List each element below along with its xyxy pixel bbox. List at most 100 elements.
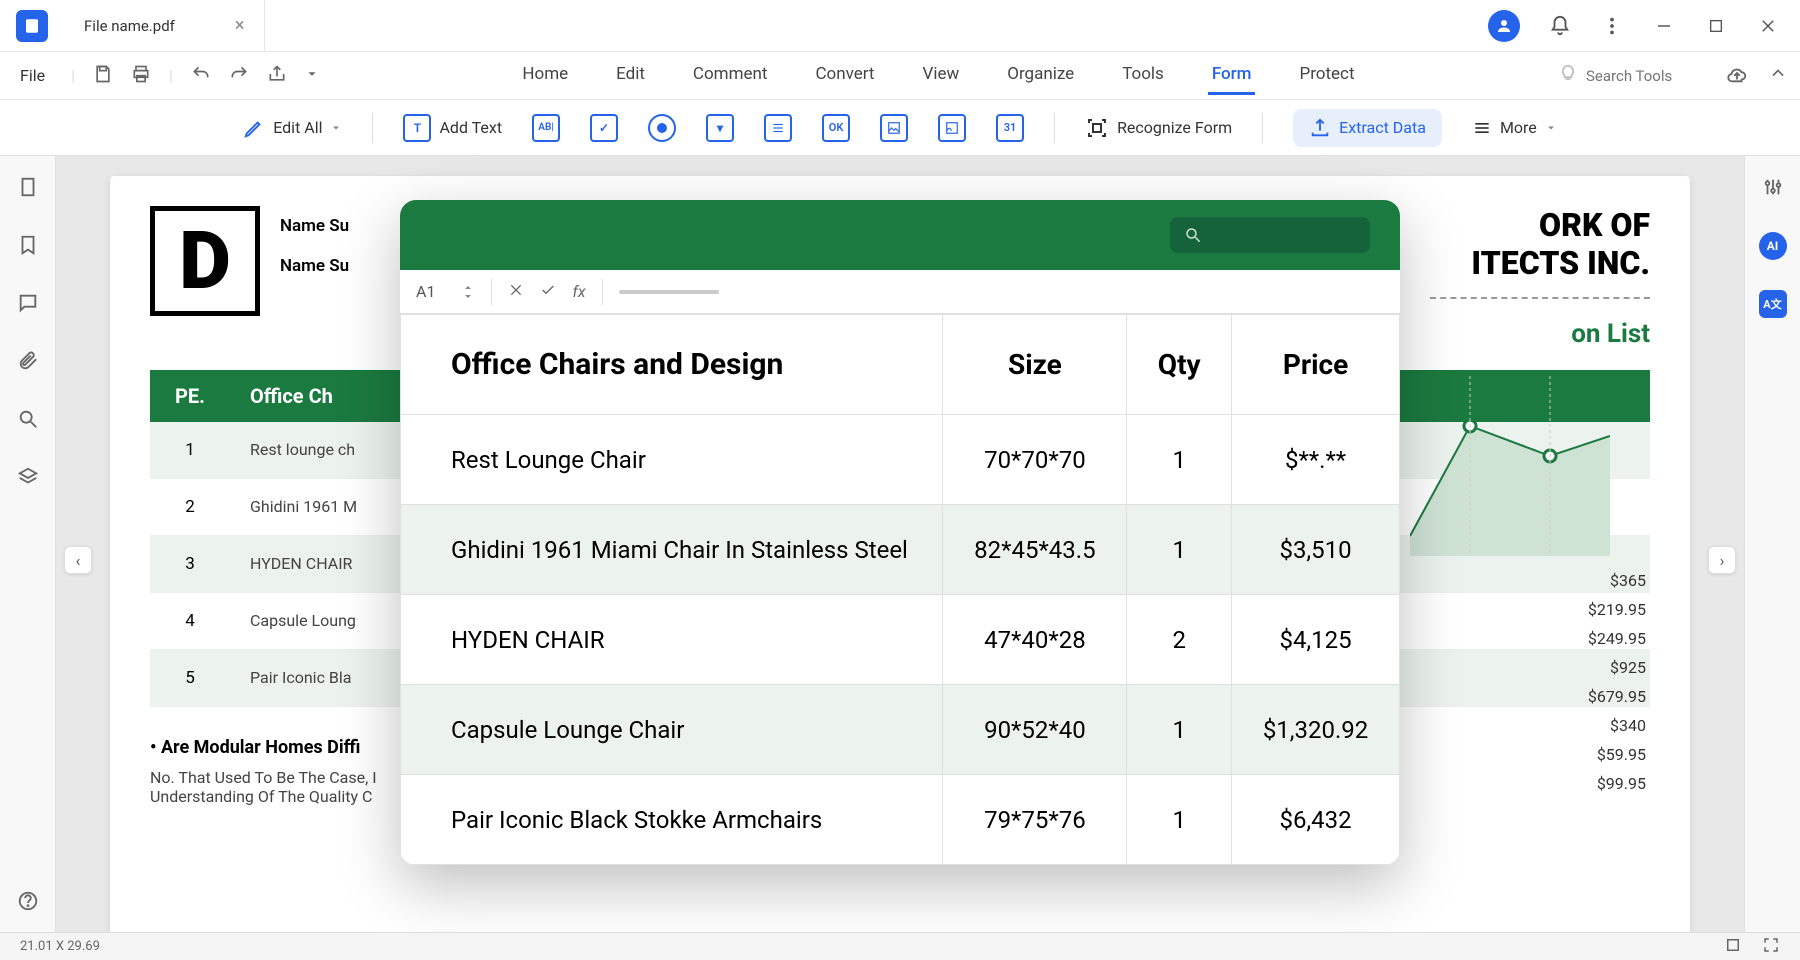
prev-page-button[interactable]: ‹ (64, 546, 92, 574)
table-row: Capsule Lounge Chair90*52*401$1,320.92 (401, 685, 1400, 775)
attachment-icon (17, 350, 39, 372)
close-window-button[interactable] (1756, 14, 1780, 38)
next-page-button[interactable]: › (1708, 546, 1736, 574)
cell-name[interactable]: Ghidini 1961 Miami Chair In Stainless St… (401, 505, 943, 595)
close-tab-icon[interactable]: × (235, 15, 245, 36)
search-button[interactable] (17, 408, 39, 434)
menu-tab-convert[interactable]: Convert (811, 56, 878, 95)
cell-size[interactable]: 82*45*43.5 (943, 505, 1127, 595)
bookmarks-button[interactable] (17, 234, 39, 260)
cell-price[interactable]: $3,510 (1232, 505, 1400, 595)
col-name: Office Ch (230, 384, 333, 408)
cell-size[interactable]: 70*70*70 (943, 415, 1127, 505)
cell-price[interactable]: $1,320.92 (1232, 685, 1400, 775)
sheet-search[interactable] (1170, 217, 1370, 253)
cell-name[interactable]: Rest Lounge Chair (401, 415, 943, 505)
cell-qty[interactable]: 1 (1127, 505, 1232, 595)
fullscreen-button[interactable] (1762, 936, 1780, 958)
menu-tab-comment[interactable]: Comment (689, 56, 772, 95)
edit-all-button[interactable]: Edit All (243, 117, 342, 139)
settings-panel-button[interactable] (1762, 176, 1784, 202)
cell-qty[interactable]: 2 (1127, 595, 1232, 685)
cell-qty[interactable]: 1 (1127, 685, 1232, 775)
menu-tab-view[interactable]: View (919, 56, 964, 95)
help-button[interactable] (17, 890, 39, 916)
column-header[interactable]: Qty (1127, 315, 1232, 415)
undo-button[interactable] (191, 64, 211, 88)
menu-tab-form[interactable]: Form (1208, 56, 1256, 95)
more-button[interactable]: More (1472, 118, 1557, 138)
fx-label[interactable]: fx (572, 282, 585, 301)
row-number: 5 (150, 668, 230, 688)
signature-field-button[interactable] (938, 114, 966, 142)
cell-price[interactable]: $6,432 (1232, 775, 1400, 865)
more-label: More (1500, 118, 1537, 137)
accept-formula-button[interactable] (540, 282, 556, 302)
fit-page-button[interactable] (1724, 936, 1742, 958)
mini-chart (1410, 376, 1610, 556)
user-avatar[interactable] (1488, 10, 1520, 42)
thumbnails-button[interactable] (17, 176, 39, 202)
list-field-button[interactable] (764, 114, 792, 142)
more-menu-button[interactable] (1600, 14, 1624, 38)
menu-tab-tools[interactable]: Tools (1118, 56, 1168, 95)
recognize-form-button[interactable]: Recognize Form (1085, 116, 1232, 140)
menu-tab-home[interactable]: Home (518, 56, 572, 95)
cell-qty[interactable]: 1 (1127, 415, 1232, 505)
menu-tab-edit[interactable]: Edit (612, 56, 649, 95)
cell-reference[interactable]: A1 (416, 282, 445, 301)
cell-price[interactable]: $4,125 (1232, 595, 1400, 685)
comment-icon (17, 292, 39, 314)
dropdown-field-button[interactable]: ▾ (706, 114, 734, 142)
search-tools-input[interactable] (1586, 67, 1706, 85)
minimize-button[interactable] (1652, 14, 1676, 38)
collapse-ribbon-button[interactable] (1768, 63, 1788, 89)
column-header[interactable]: Price (1232, 315, 1400, 415)
cell-name[interactable]: Pair Iconic Black Stokke Armchairs (401, 775, 943, 865)
translate-button[interactable]: A文 (1759, 290, 1787, 318)
add-text-button[interactable]: T Add Text (403, 114, 502, 142)
cell-name[interactable]: HYDEN CHAIR (401, 595, 943, 685)
column-header[interactable]: Size (943, 315, 1127, 415)
menu-tab-organize[interactable]: Organize (1003, 56, 1078, 95)
share-button[interactable] (267, 64, 287, 88)
dropdown-button[interactable] (305, 66, 319, 85)
cell-size[interactable]: 90*52*40 (943, 685, 1127, 775)
column-header[interactable]: Office Chairs and Design (401, 315, 943, 415)
save-button[interactable] (93, 64, 113, 88)
print-button[interactable] (131, 64, 151, 88)
user-icon (1495, 17, 1513, 35)
file-menu[interactable]: File (12, 66, 53, 85)
cell-size[interactable]: 47*40*28 (943, 595, 1127, 685)
text-input-button[interactable]: AB| (532, 114, 560, 142)
right-sidebar: AI A文 (1744, 156, 1800, 936)
share-icon (267, 64, 287, 84)
cell-qty[interactable]: 1 (1127, 775, 1232, 865)
checkbox-button[interactable]: ✓ (590, 114, 618, 142)
date-field-button[interactable]: 31 (996, 114, 1024, 142)
maximize-button[interactable] (1704, 14, 1728, 38)
attachments-button[interactable] (17, 350, 39, 376)
cloud-upload-button[interactable] (1726, 63, 1748, 89)
cancel-formula-button[interactable] (508, 282, 524, 302)
redo-button[interactable] (229, 64, 249, 88)
cell-price[interactable]: $**.** (1232, 415, 1400, 505)
col-pe: PE. (150, 384, 230, 408)
layers-button[interactable] (17, 466, 39, 492)
extract-data-button[interactable]: Extract Data (1293, 109, 1442, 147)
notifications-button[interactable] (1548, 14, 1572, 38)
cell-name[interactable]: Capsule Lounge Chair (401, 685, 943, 775)
menu-tab-protect[interactable]: Protect (1295, 56, 1358, 95)
row-name: Rest lounge ch (230, 440, 355, 459)
formula-input[interactable] (619, 290, 719, 294)
document-tab[interactable]: File name.pdf × (64, 0, 265, 51)
ai-assistant-button[interactable]: AI (1759, 232, 1787, 260)
comments-button[interactable] (17, 292, 39, 318)
cell-size[interactable]: 79*75*76 (943, 775, 1127, 865)
radio-button[interactable] (648, 114, 676, 142)
image-field-button[interactable] (880, 114, 908, 142)
stepper-icon[interactable] (461, 282, 475, 302)
price-value: $249.95 (1588, 624, 1646, 653)
add-text-label: Add Text (439, 118, 502, 137)
ok-button-field[interactable]: OK (822, 114, 850, 142)
